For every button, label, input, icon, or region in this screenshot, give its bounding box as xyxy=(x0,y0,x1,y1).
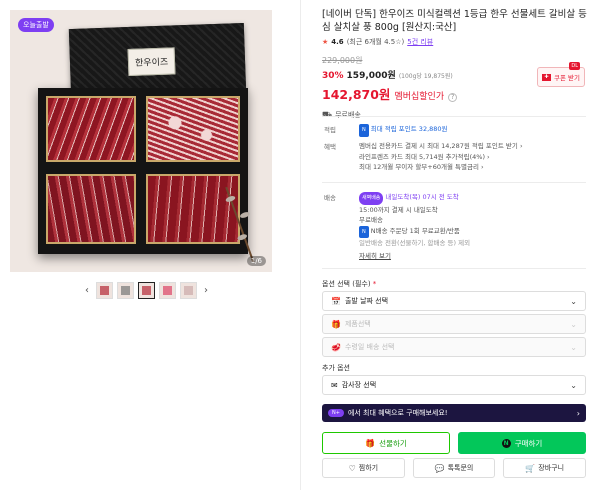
cart-button[interactable]: 🛒 장바구니 xyxy=(503,458,587,478)
chevron-down-icon: ⌄ xyxy=(570,380,577,390)
nplus-promo-banner[interactable]: N+ 에서 최대 혜택으로 구매해보세요! › xyxy=(322,404,586,422)
option-select-receive[interactable]: 🥩 수령일 배송 선택 ⌄ xyxy=(322,337,586,357)
benefit-line-2[interactable]: 라인프렌즈 카드 최대 5,714원 추가적립(4%) › xyxy=(359,152,586,163)
delivery-section: 배송 새벽배송 내일도착(목) 07시 전 도착 15:00까지 결제 시 내일도… xyxy=(322,192,586,261)
cart-icon: 🛒 xyxy=(525,463,536,473)
meat-salchisal xyxy=(46,174,136,244)
npay-badge-icon: N xyxy=(359,124,369,137)
options-title: 옵션 선택 (필수) * xyxy=(322,280,377,288)
promo-text: 에서 최대 혜택으로 구매해보세요! xyxy=(347,409,448,417)
unit-price: (100g당 19,875원) xyxy=(398,73,453,80)
gift-button[interactable]: 🎁 선물하기 xyxy=(322,432,450,454)
option-select-product[interactable]: 🎁 제품선택 ⌄ xyxy=(322,314,586,334)
shipping-text: 무료배송 xyxy=(335,111,361,119)
info-icon[interactable]: ? xyxy=(448,92,458,102)
chevron-left-icon[interactable]: ‹ xyxy=(82,285,92,296)
product-title: [네이버 단독] 한우이즈 미식컬렉션 1등급 한우 선물세트 갈비살 등심 살… xyxy=(322,9,587,33)
divider xyxy=(322,116,586,117)
divider xyxy=(322,182,586,183)
coupon-button[interactable]: DL ✚ 쿠폰 받기 xyxy=(537,62,585,87)
points-text[interactable]: 최대 적립 포인트 32,880원 xyxy=(371,125,448,133)
thumbnail-3[interactable] xyxy=(138,282,155,299)
delivery-label: 배송 xyxy=(324,194,336,202)
chevron-down-icon: ⌄ xyxy=(570,296,577,306)
chevron-right-icon[interactable]: › xyxy=(201,285,211,296)
option-select-date[interactable]: 📅 출발 날짜 선택 ⌄ xyxy=(322,291,586,311)
column-divider xyxy=(300,0,301,490)
gift-icon: 🎁 xyxy=(331,319,341,329)
rating-score: 4.6 xyxy=(331,38,344,46)
talk-inquiry-button[interactable]: 💬 톡톡문의 xyxy=(412,458,496,478)
shipping-row: ⛟ 무료배송 xyxy=(322,110,590,120)
benefit-line-3[interactable]: 최대 12개월 무이자 할부+60개월 특별금리 › xyxy=(359,162,586,173)
coupon-dl-badge: DL xyxy=(569,62,580,70)
option-select-card[interactable]: ✉ 감사장 선택 ⌄ xyxy=(322,375,586,395)
thumbnail-1[interactable] xyxy=(96,282,113,299)
product-main-image[interactable]: 한우이즈 오늘출발 1/6 xyxy=(10,10,272,272)
secondary-actions: ♡ 찜하기 💬 톡톡문의 🛒 장바구니 xyxy=(322,458,587,478)
truck-icon: ⛟ xyxy=(322,110,333,119)
product-info: [네이버 단독] 한우이즈 미식컬렉션 1등급 한우 선물세트 갈비살 등심 살… xyxy=(322,8,590,120)
meat-cut xyxy=(146,174,240,244)
nbaesong-badge-icon: N xyxy=(359,225,369,238)
meat-icon: 🥩 xyxy=(331,342,341,352)
meat-deungsim xyxy=(146,96,240,162)
membership-label: 멤버십할인가 xyxy=(394,92,445,102)
membership-price: 142,870원 xyxy=(322,87,391,102)
gift-icon: 🎁 xyxy=(365,438,376,448)
primary-actions: 🎁 선물하기 N 구매하기 xyxy=(322,432,586,454)
coupon-label: 쿠폰 받기 xyxy=(554,74,580,82)
chevron-down-icon: ⌄ xyxy=(570,319,577,329)
buy-button[interactable]: N 구매하기 xyxy=(458,432,586,454)
benefits-section: 적립 N 최대 적립 포인트 32,880원 xyxy=(322,124,586,137)
delivery-cutoff: 15:00까지 결제 시 내일도착 xyxy=(359,205,438,214)
arrival-text: 내일도착(목) 07시 전 도착 xyxy=(385,193,459,201)
review-count-link[interactable]: 5건 리뷰 xyxy=(407,37,433,47)
thumbnail-4[interactable] xyxy=(159,282,176,299)
letter-icon: ✉ xyxy=(331,380,338,390)
meat-galbisal xyxy=(46,96,136,162)
nplus-badge: N+ xyxy=(328,409,344,417)
heart-icon: ♡ xyxy=(348,463,356,473)
gift-box-tray xyxy=(38,88,248,254)
discount-rate: 30% xyxy=(322,71,344,81)
coupon-icon: ✚ xyxy=(542,73,551,81)
today-ship-badge: 오늘출발 xyxy=(18,18,54,32)
rating-row: ★ 4.6 (최근 6개월 4.5☆) 5건 리뷰 xyxy=(322,37,590,47)
delivery-free: 무료배송 xyxy=(359,216,383,224)
extra-options-title: 추가 옵션 xyxy=(322,364,350,372)
original-price: 229,000원 xyxy=(322,56,363,65)
calendar-icon: 📅 xyxy=(331,296,341,306)
box-brand-label: 한우이즈 xyxy=(127,47,176,77)
image-counter: 1/6 xyxy=(246,256,266,266)
benefit-line-1[interactable]: 멤버십 전용카드 결제 시 최대 14,287원 적립 포인트 받기 › xyxy=(359,141,586,152)
star-icon: ★ xyxy=(322,38,329,46)
return-text: N배송 주문당 1회 무료교환/반품 xyxy=(370,226,460,235)
sale-price: 159,000원 xyxy=(346,71,396,81)
thumbnail-5[interactable] xyxy=(180,282,197,299)
chevron-right-icon: › xyxy=(576,408,580,418)
dawn-delivery-badge: 새벽배송 xyxy=(359,192,384,205)
chevron-down-icon: ⌄ xyxy=(570,342,577,352)
thumbnail-2[interactable] xyxy=(117,282,134,299)
points-label: 적립 xyxy=(324,126,336,134)
benefit-label: 혜택 xyxy=(324,143,336,151)
npay-icon: N xyxy=(501,438,511,448)
chat-icon: 💬 xyxy=(434,463,445,473)
rating-note: (최근 6개월 4.5☆) xyxy=(346,38,405,46)
details-link[interactable]: 자세히 보기 xyxy=(359,251,391,262)
thumbnail-strip: ‹ › xyxy=(82,282,211,299)
divider xyxy=(322,268,586,269)
benefit-lines: 혜택 멤버십 전용카드 결제 시 최대 14,287원 적립 포인트 받기 › … xyxy=(322,141,586,173)
delivery-exception: 일반배송 전환(선물하기, 합배송 등) 제외 xyxy=(359,239,471,247)
like-button[interactable]: ♡ 찜하기 xyxy=(322,458,405,478)
